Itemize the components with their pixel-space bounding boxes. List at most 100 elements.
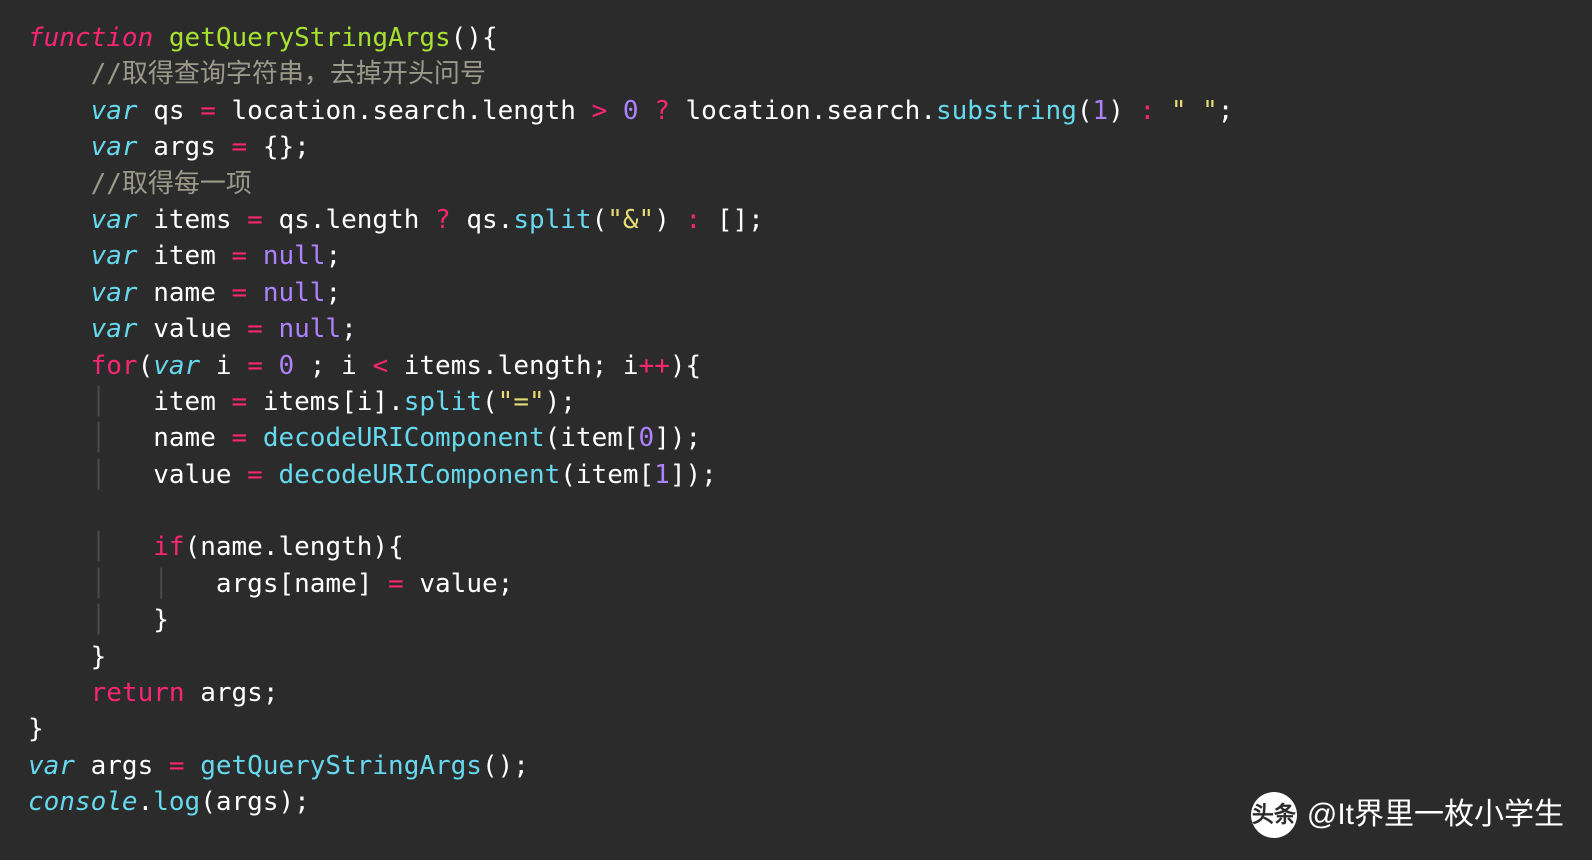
code-token: getQueryStringArgs bbox=[169, 23, 451, 53]
code-token: = bbox=[232, 387, 248, 417]
code-token: ]); bbox=[670, 460, 717, 490]
code-token: ]); bbox=[654, 423, 701, 453]
code-token: var bbox=[91, 205, 138, 235]
code-token: . bbox=[138, 787, 154, 817]
code-token: ( bbox=[592, 205, 608, 235]
code-line: │ if(name.length){ bbox=[28, 529, 1564, 565]
code-token: item bbox=[138, 241, 232, 271]
code-token: } bbox=[28, 642, 106, 672]
code-token: (){ bbox=[451, 23, 498, 53]
code-line: function getQueryStringArgs(){ bbox=[28, 20, 1564, 56]
code-token: args; bbox=[185, 678, 279, 708]
code-token: qs bbox=[451, 205, 498, 235]
code-token bbox=[28, 532, 91, 562]
code-token: = bbox=[247, 460, 263, 490]
code-line: var value = null; bbox=[28, 311, 1564, 347]
code-token bbox=[607, 96, 623, 126]
code-line: } bbox=[28, 711, 1564, 747]
code-token: return bbox=[91, 678, 185, 708]
code-token: args[name] bbox=[216, 569, 388, 599]
code-token: (name bbox=[185, 532, 263, 562]
code-line: var args = getQueryStringArgs(); bbox=[28, 748, 1564, 784]
code-token: function bbox=[28, 23, 153, 53]
code-token: var bbox=[91, 314, 138, 344]
code-token: . bbox=[482, 351, 498, 381]
code-token: args bbox=[138, 132, 232, 162]
code-line: │ } bbox=[28, 602, 1564, 638]
code-token: 0 bbox=[623, 96, 639, 126]
code-line: var qs = location.search.length > 0 ? lo… bbox=[28, 93, 1564, 129]
code-token: ? bbox=[435, 205, 451, 235]
code-token bbox=[263, 351, 279, 381]
code-token: ); bbox=[545, 387, 576, 417]
code-token: = bbox=[232, 423, 248, 453]
code-token bbox=[28, 314, 91, 344]
code-token: location bbox=[670, 96, 811, 126]
code-token: null bbox=[263, 278, 326, 308]
code-token bbox=[28, 423, 91, 453]
code-line bbox=[28, 493, 1564, 529]
code-line: var item = null; bbox=[28, 238, 1564, 274]
code-token: decodeURIComponent bbox=[263, 423, 545, 453]
code-token: │ bbox=[91, 605, 154, 635]
code-token: 1 bbox=[1093, 96, 1109, 126]
code-token: = bbox=[247, 351, 263, 381]
code-token: ) bbox=[1108, 96, 1139, 126]
code-token: null bbox=[263, 241, 326, 271]
code-token bbox=[28, 169, 91, 199]
code-token: = bbox=[247, 205, 263, 235]
code-token: length bbox=[482, 96, 592, 126]
code-token: length){ bbox=[279, 532, 404, 562]
code-token: search bbox=[372, 96, 466, 126]
code-token: log bbox=[153, 787, 200, 817]
code-token bbox=[28, 387, 91, 417]
code-line: │ name = decodeURIComponent(item[0]); bbox=[28, 420, 1564, 456]
code-line: return args; bbox=[28, 675, 1564, 711]
code-token: console bbox=[28, 787, 138, 817]
code-token: "=" bbox=[498, 387, 545, 417]
code-token: ( bbox=[1077, 96, 1093, 126]
code-token: ( bbox=[138, 351, 154, 381]
code-token: 1 bbox=[654, 460, 670, 490]
code-token: . bbox=[466, 96, 482, 126]
code-token bbox=[28, 678, 91, 708]
code-token bbox=[28, 569, 91, 599]
code-token: │ │ bbox=[91, 569, 216, 599]
code-token: = bbox=[232, 241, 248, 271]
code-token: name bbox=[138, 278, 232, 308]
code-token: ; bbox=[1218, 96, 1234, 126]
code-token bbox=[28, 96, 91, 126]
code-token: name bbox=[153, 423, 231, 453]
watermark: 头条 @It界里一枚小学生 bbox=[1251, 792, 1564, 838]
code-token bbox=[247, 423, 263, 453]
code-line: │ item = items[i].split("="); bbox=[28, 384, 1564, 420]
code-token: = bbox=[169, 751, 185, 781]
code-token: null bbox=[278, 314, 341, 344]
code-token: . bbox=[388, 387, 404, 417]
code-token: ( bbox=[482, 387, 498, 417]
code-token: = bbox=[232, 278, 248, 308]
code-token: []; bbox=[701, 205, 764, 235]
code-token: : bbox=[1140, 96, 1156, 126]
code-token bbox=[28, 205, 91, 235]
code-token: split bbox=[513, 205, 591, 235]
code-token: │ bbox=[91, 460, 154, 490]
code-token bbox=[28, 132, 91, 162]
code-token: if bbox=[153, 532, 184, 562]
code-token: value bbox=[153, 460, 247, 490]
code-line: for(var i = 0 ; i < items.length; i++){ bbox=[28, 348, 1564, 384]
code-line: var name = null; bbox=[28, 275, 1564, 311]
code-line: var args = {}; bbox=[28, 129, 1564, 165]
code-token: location bbox=[216, 96, 357, 126]
watermark-handle: @It界里一枚小学生 bbox=[1307, 794, 1564, 836]
code-token: for bbox=[91, 351, 138, 381]
code-token bbox=[28, 278, 91, 308]
code-token: {}; bbox=[247, 132, 310, 162]
code-token: ; bbox=[325, 241, 341, 271]
code-token: │ bbox=[91, 532, 154, 562]
code-token bbox=[1155, 96, 1171, 126]
code-token: ){ bbox=[670, 351, 701, 381]
code-token bbox=[263, 460, 279, 490]
code-token: qs bbox=[263, 205, 310, 235]
code-token: var bbox=[91, 96, 138, 126]
